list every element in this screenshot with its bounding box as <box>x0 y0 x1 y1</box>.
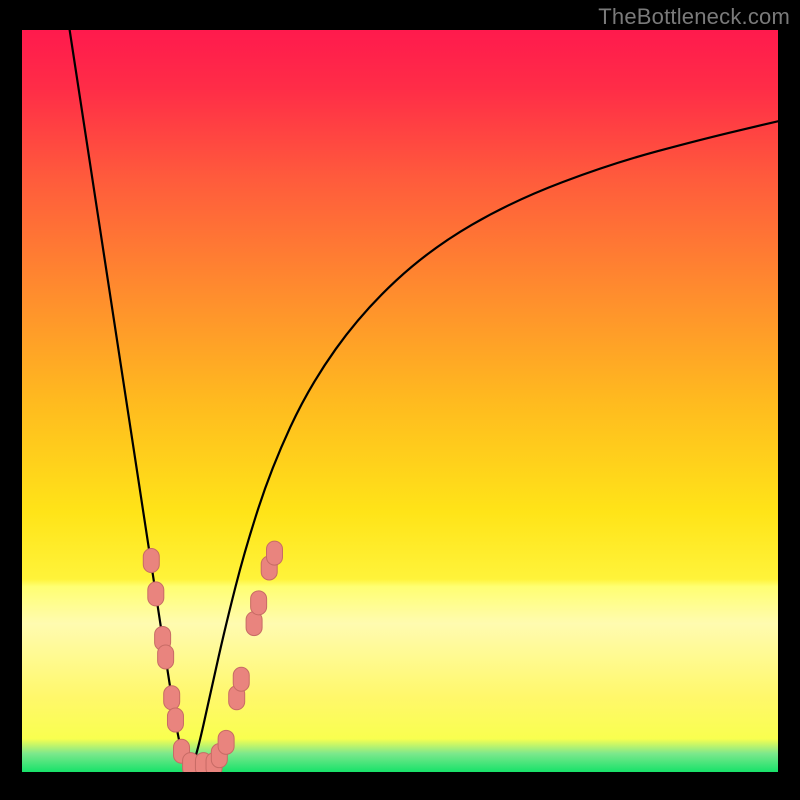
data-marker <box>143 549 159 573</box>
plot-area <box>22 30 778 772</box>
data-marker <box>218 730 234 754</box>
data-marker <box>158 645 174 669</box>
curve-layer <box>22 30 778 772</box>
data-marker <box>251 591 267 615</box>
marker-group <box>143 541 282 772</box>
curve-right-branch <box>192 121 778 768</box>
data-marker <box>167 708 183 732</box>
data-marker <box>233 667 249 691</box>
plot-frame <box>22 30 778 800</box>
data-marker <box>164 686 180 710</box>
watermark-text: TheBottleneck.com <box>598 4 790 30</box>
data-marker <box>148 582 164 606</box>
data-marker <box>267 541 283 565</box>
